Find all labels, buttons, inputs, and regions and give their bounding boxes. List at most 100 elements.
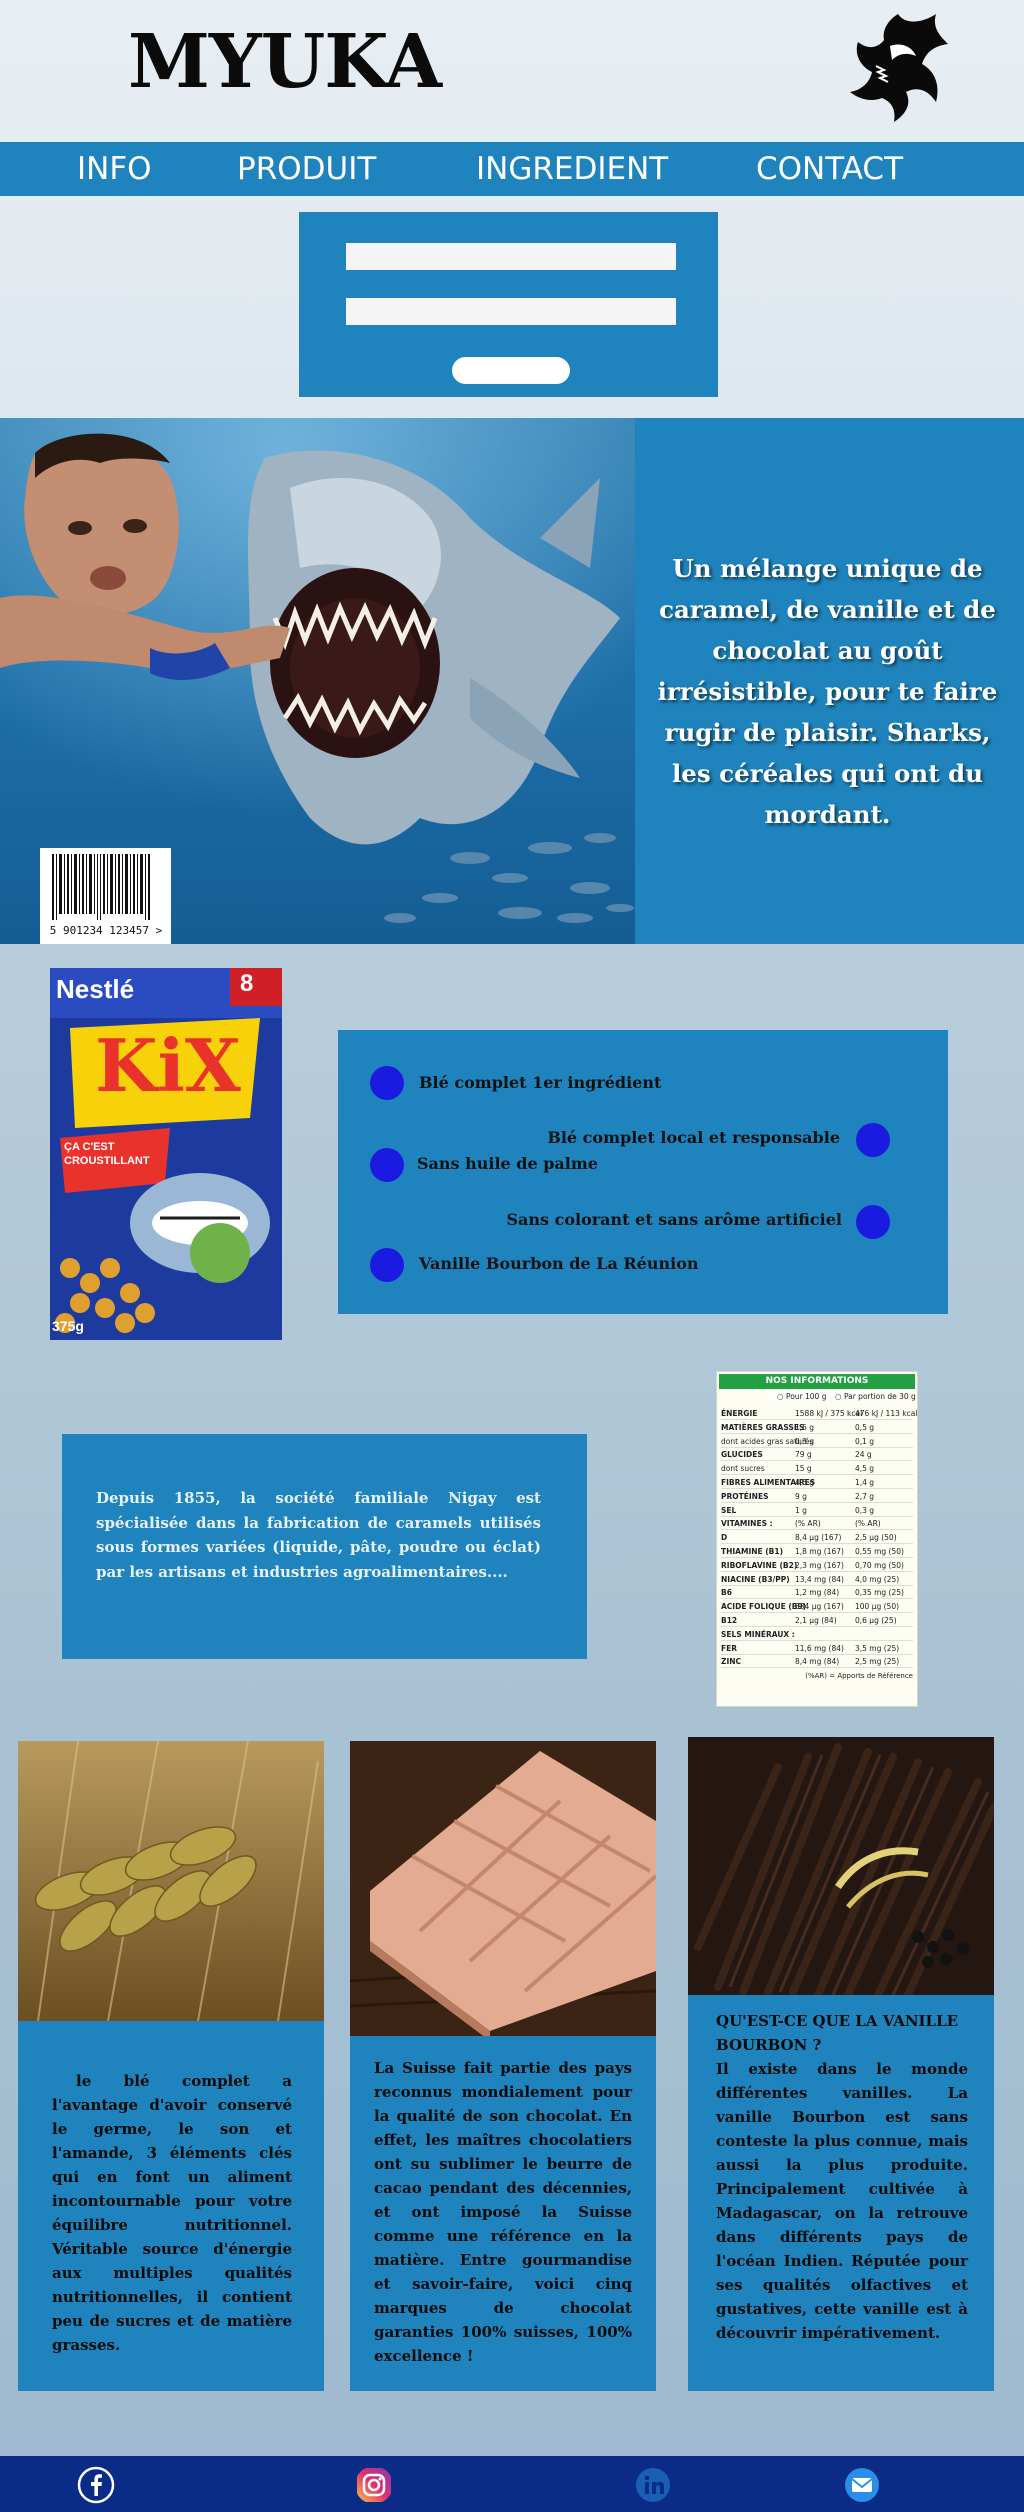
vanilla-heading: QU'EST-CE QUE LA VANILLE BOURBON ? bbox=[716, 2012, 959, 2054]
nutrition-cell: 9 g bbox=[795, 1491, 807, 1501]
nutrition-cell: dont sucres bbox=[721, 1464, 765, 1474]
nutrition-row: SEL 1 g 0,3 g bbox=[721, 1505, 913, 1517]
linkedin-icon[interactable] bbox=[634, 2466, 672, 2504]
nutrition-cell: B12 bbox=[721, 1616, 738, 1625]
history-text: Depuis 1855, la société familiale Nigay … bbox=[96, 1489, 541, 1581]
nutrition-cell: 4,5 g bbox=[855, 1464, 875, 1474]
nav-produit[interactable]: PRODUIT bbox=[237, 150, 376, 188]
nutrition-row: THIAMINE (B1) 1,8 mg (167) 0,55 mg (50) bbox=[721, 1546, 913, 1558]
nutrition-cell: 15 g bbox=[795, 1464, 812, 1474]
card-wheat: le blé complet a l'avantage d'avoir cons… bbox=[18, 1741, 324, 2391]
nutrition-row: MATIÈRES GRASSES 1,5 g 0,5 g bbox=[721, 1422, 913, 1434]
nutrition-cell: (% AR) bbox=[855, 1519, 881, 1529]
facebook-icon[interactable] bbox=[77, 2466, 115, 2504]
instagram-icon[interactable] bbox=[355, 2466, 393, 2504]
nutrition-cell: 0,1 g bbox=[855, 1436, 875, 1446]
nutrition-cell: 2,5 mg (25) bbox=[855, 1657, 900, 1667]
nav-info[interactable]: INFO bbox=[77, 150, 152, 188]
nutrition-cell: NIACINE (B3/PP) bbox=[721, 1574, 790, 1584]
nutrition-cell: 8,4 µg (167) bbox=[795, 1533, 842, 1543]
nutrition-footnote: (%AR) = Apports de Référence bbox=[805, 1672, 913, 1680]
hero-section: Un mélange unique de caramel, de vanille… bbox=[0, 418, 1024, 944]
nutrition-cell: B6 bbox=[721, 1588, 732, 1598]
feature-item: Sans colorant et sans arôme artificiel bbox=[506, 1210, 842, 1229]
vanilla-text: Il existe dans le monde différentes vani… bbox=[716, 2060, 968, 2342]
feature-bullet-icon bbox=[370, 1066, 404, 1100]
nutrition-row: FIBRES ALIMENTAIRES 4,5 g 1,4 g bbox=[721, 1477, 913, 1489]
barcode-icon bbox=[52, 854, 150, 920]
nutrition-cell: 1,4 g bbox=[855, 1478, 875, 1487]
nutrition-cell: 2,5 µg (50) bbox=[855, 1533, 897, 1543]
brand-logo-text[interactable]: MYUKA bbox=[128, 25, 442, 99]
feature-item: Sans huile de palme bbox=[417, 1154, 598, 1173]
card-vanilla: QU'EST-CE QUE LA VANILLE BOURBON ? Il ex… bbox=[688, 1737, 994, 2391]
nutrition-row: ÉNERGIE 1588 kJ / 375 kcal 476 kJ / 113 kc… bbox=[721, 1408, 917, 1420]
nutrition-cell: 1588 kJ / 375 kcal bbox=[795, 1409, 863, 1418]
form-field-2[interactable] bbox=[346, 298, 676, 325]
nutrition-cell: D bbox=[721, 1533, 728, 1543]
mail-icon[interactable] bbox=[843, 2466, 881, 2504]
feature-bullet-icon bbox=[856, 1123, 890, 1157]
nutrition-cell: 0,55 mg (50) bbox=[855, 1547, 904, 1556]
nutrition-cell: 79 g bbox=[795, 1450, 812, 1460]
nutrition-cell: 11,6 mg (84) bbox=[795, 1643, 844, 1653]
nutrition-row: ACIDE FOLIQUE (B9) 334 µg (167) 100 µg (50… bbox=[721, 1601, 913, 1614]
nutrition-cell: 4,0 mg (25) bbox=[855, 1574, 900, 1584]
card-chocolate: La Suisse fait partie des pays reconnus … bbox=[350, 1741, 656, 2391]
nutrition-cell: 1,8 mg (167) bbox=[795, 1547, 844, 1556]
footer bbox=[0, 2456, 1024, 2512]
nutrition-row: RIBOFLAVINE (B2) 2,3 mg (167) 0,70 mg (50) bbox=[721, 1560, 913, 1572]
nutrition-cell: (% AR) bbox=[795, 1519, 821, 1529]
nutrition-cell: 1 g bbox=[795, 1505, 807, 1515]
nutrition-cell: 2,3 mg (167) bbox=[795, 1560, 844, 1570]
main-nav: INFO PRODUIT INGREDIENT CONTACT bbox=[0, 142, 1024, 196]
nav-contact[interactable]: CONTACT bbox=[756, 150, 903, 188]
nutrition-row: NIACINE (B3/PP) 13,4 mg (84) 4,0 mg (25) bbox=[721, 1574, 913, 1586]
chocolate-photo bbox=[350, 1741, 656, 2036]
nutrition-cell: PROTÉINES bbox=[721, 1491, 769, 1501]
nutrition-cell: 3,5 mg (25) bbox=[855, 1643, 900, 1653]
nutrition-cell: 0,3 g bbox=[795, 1436, 815, 1446]
nav-ingredient[interactable]: INGREDIENT bbox=[476, 150, 668, 188]
chocolate-card-body: La Suisse fait partie des pays reconnus … bbox=[350, 2036, 656, 2391]
nutrition-cell: VITAMINES : bbox=[721, 1519, 773, 1529]
nutrition-cell: RIBOFLAVINE (B2) bbox=[721, 1560, 798, 1570]
nutrition-cell: 0,6 µg (25) bbox=[855, 1616, 897, 1625]
nutrition-row: ZINC 8,4 mg (84) 2,5 mg (25) bbox=[721, 1656, 913, 1669]
cereal-box-image: Nestlé 8 KiX ÇA C'EST CROUSTILLANT 375g bbox=[50, 968, 282, 1340]
vanilla-photo bbox=[688, 1737, 994, 1995]
nutrition-row: PROTÉINES 9 g 2,7 g bbox=[721, 1491, 913, 1503]
shark-logo-icon[interactable] bbox=[836, 6, 956, 126]
form-submit-button[interactable] bbox=[452, 357, 570, 384]
features-list: Blé complet 1er ingrédient Blé complet l… bbox=[338, 1030, 948, 1314]
nutrition-cell: 1,5 g bbox=[795, 1422, 815, 1432]
nutrition-cell: 0,70 mg (50) bbox=[855, 1560, 904, 1570]
form-field-1[interactable] bbox=[346, 243, 676, 270]
nutrition-row: SELS MINÉRAUX : bbox=[721, 1629, 913, 1641]
nutrition-cell: 0,3 g bbox=[855, 1505, 875, 1515]
nutrition-cell: 334 µg (167) bbox=[795, 1602, 844, 1612]
nutrition-cell: 2,1 µg (84) bbox=[795, 1616, 837, 1625]
nutrition-cell: 0,35 mg (25) bbox=[855, 1588, 904, 1598]
wheat-text: le blé complet a l'avantage d'avoir cons… bbox=[52, 2072, 292, 2354]
history-section: Depuis 1855, la société familiale Nigay … bbox=[62, 1434, 587, 1659]
nutrition-title: NOS INFORMATIONS NUTRITIONNELLES bbox=[719, 1374, 915, 1401]
box-brand: Nestlé bbox=[56, 974, 135, 1004]
nutrition-row: dont acides gras saturés 0,3 g 0,1 g bbox=[721, 1436, 913, 1448]
nutrition-cell: ACIDE FOLIQUE (B9) bbox=[721, 1602, 807, 1612]
barcode: 5 901234 123457 > bbox=[40, 848, 171, 944]
chocolate-text: La Suisse fait partie des pays reconnus … bbox=[374, 2059, 632, 2365]
nutrition-cell: FER bbox=[721, 1643, 738, 1653]
nutrition-cell: 4,5 g bbox=[795, 1478, 815, 1487]
nutrition-cell: 100 µg (50) bbox=[855, 1602, 900, 1612]
nutrition-row: dont sucres 15 g 4,5 g bbox=[721, 1463, 913, 1476]
nutrition-row: FER 11,6 mg (84) 3,5 mg (25) bbox=[721, 1643, 913, 1655]
box-slogan: ÇA C'EST CROUSTILLANT bbox=[64, 1141, 150, 1167]
nutrition-row: D 8,4 µg (167) 2,5 µg (50) bbox=[721, 1532, 913, 1545]
nutrition-cell: ZINC bbox=[721, 1657, 742, 1667]
nutrition-cell: MATIÈRES GRASSES bbox=[721, 1422, 805, 1432]
nutrition-col-100g: ○ Pour 100 g bbox=[777, 1392, 827, 1401]
nutrition-cell: 24 g bbox=[855, 1450, 872, 1460]
wheat-card-body: le blé complet a l'avantage d'avoir cons… bbox=[18, 2021, 324, 2391]
hero-tagline: Un mélange unique de caramel, de vanille… bbox=[657, 554, 998, 829]
